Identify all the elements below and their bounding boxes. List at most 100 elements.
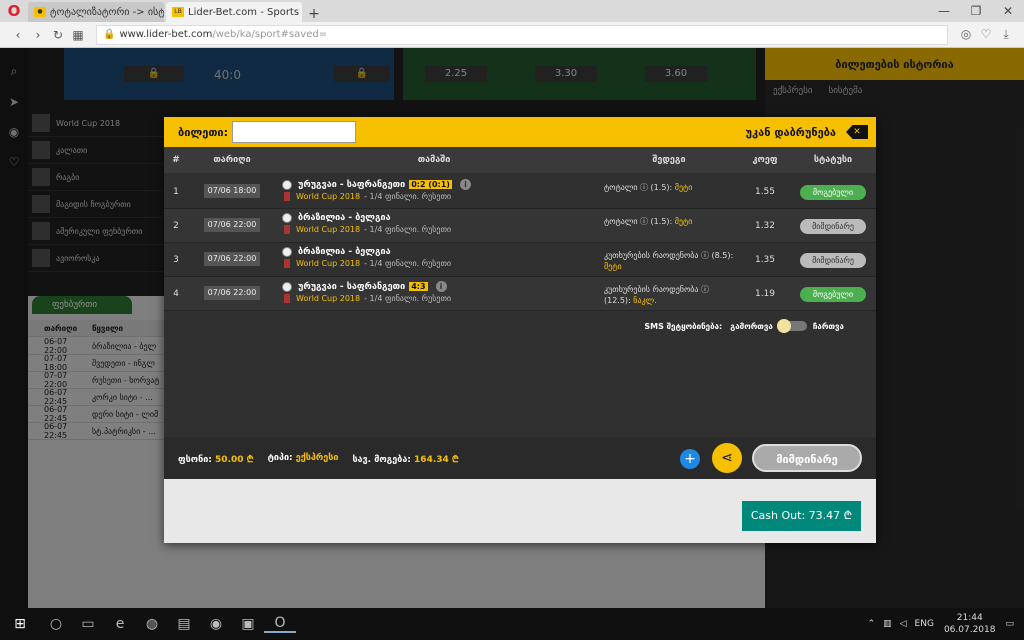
opera-menu-icon[interactable]: O xyxy=(0,0,28,22)
table-header: # თარიღი თამაში შედეგი კოეფ სტატუსი xyxy=(164,147,876,173)
row-match: ურუგვაი - საფრანგეთი 4:3 i World Cup 2018-… xyxy=(282,281,502,303)
clock-time: 21:44 xyxy=(956,613,983,623)
windows-start-icon[interactable]: ⊞ xyxy=(0,616,40,632)
row-date: 07/06 22:00 xyxy=(204,218,260,232)
status-badge: მიმდინარე xyxy=(800,219,866,234)
type-value: ექსპრესი xyxy=(295,453,339,463)
row-odds: 1.32 xyxy=(754,221,776,231)
row-date: 07/06 22:00 xyxy=(204,252,260,266)
tray-arrow-icon[interactable]: ⌃ xyxy=(868,619,876,629)
match-name-line: ბრაზილია - ბელგია xyxy=(282,247,502,257)
win-label: სავ. მოგება: xyxy=(352,454,411,465)
round-name: - 1/4 ფინალი. რუსეთი xyxy=(364,225,452,234)
close-icon[interactable]: ✕ xyxy=(846,125,868,139)
cash-out-button[interactable]: Cash Out: 73.47 ₾ xyxy=(742,501,861,531)
share-icon[interactable]: ⋖ xyxy=(712,443,742,473)
tab-title: ტოტალიზატორი -> ისტ xyxy=(50,6,164,18)
url-host: www.lider-bet.com xyxy=(119,29,213,40)
bet-row: 4 07/06 22:00 ურუგვაი - საფრანგეთი 4:3 i W… xyxy=(164,277,876,311)
browser-tab-history[interactable]: ● ტოტალიზატორი -> ისტ × xyxy=(28,2,164,22)
search-icon[interactable]: ○ xyxy=(40,616,72,632)
league-name: World Cup 2018 xyxy=(296,192,361,201)
bet-selection: ნაკლ. xyxy=(633,296,657,305)
chrome-icon[interactable]: ◉ xyxy=(200,616,232,632)
reload-icon[interactable]: ↻ xyxy=(48,28,68,42)
score-badge: 0:2 (0:1) xyxy=(409,180,452,189)
info-icon[interactable]: i xyxy=(459,179,471,190)
sms-toggle[interactable] xyxy=(776,319,807,333)
speed-dial-icon[interactable]: ▦ xyxy=(68,28,88,42)
excel-icon[interactable]: ▣ xyxy=(232,616,264,632)
status-badge: მოგებული xyxy=(800,287,866,302)
football-icon xyxy=(282,179,292,190)
row-number: 2 xyxy=(173,221,179,231)
row-odds: 1.35 xyxy=(754,255,776,265)
trophy-icon xyxy=(284,294,290,303)
type-label: ტიპი: xyxy=(267,453,293,463)
back-button[interactable]: უკან დაბრუნება xyxy=(746,126,836,139)
status-badge: მოგებული xyxy=(800,185,866,200)
match-title: ურუგვაი - საფრანგეთი xyxy=(298,281,406,292)
row-bet: ტოტალი ⓘ (1.5): მეტი xyxy=(604,182,734,193)
league-line: World Cup 2018- 1/4 ფინალი. რუსეთი xyxy=(282,225,502,234)
row-number: 1 xyxy=(173,187,179,197)
row-bet: კუთხურების რაოდენობა ⓘ (8.5): მეტი xyxy=(604,250,734,272)
row-number: 3 xyxy=(173,255,179,265)
col-status: სტატუსი xyxy=(813,155,853,165)
modal-header: ბილეთი: უკან დაბრუნება ✕ xyxy=(164,117,876,147)
add-button[interactable]: + xyxy=(680,449,700,469)
clock[interactable]: 21:44 06.07.2018 xyxy=(944,612,996,636)
folder-icon[interactable]: ▤ xyxy=(168,616,200,632)
download-icon[interactable]: ⤓ xyxy=(996,27,1016,42)
network-icon[interactable]: ▥ xyxy=(883,619,892,629)
col-odds: კოეფ xyxy=(752,155,778,165)
task-view-icon[interactable]: ▭ xyxy=(72,616,104,632)
minimize-icon[interactable]: — xyxy=(928,0,960,22)
overall-status-button[interactable]: მიმდინარე xyxy=(752,444,862,472)
row-odds: 1.55 xyxy=(754,187,776,197)
windows-taskbar: ⊞ ○ ▭ e ◍ ▤ ◉ ▣ O ⌃ ▥ ◁ ENG 21:44 06.07.… xyxy=(0,608,1024,640)
ticket-label: ბილეთი: xyxy=(178,125,229,139)
league-name: World Cup 2018 xyxy=(296,294,361,303)
bet-market: ტოტალი ⓘ (1.5): xyxy=(604,183,673,192)
camera-icon[interactable]: ◎ xyxy=(956,27,976,42)
col-date: თარიღი xyxy=(213,155,251,165)
row-bet: ტოტალი ⓘ (1.5): მეტი xyxy=(604,216,734,227)
info-icon[interactable]: i xyxy=(435,281,447,292)
sms-notification: SMS შეტყობინება: გამორთვა ჩართვა xyxy=(644,319,844,333)
forward-icon[interactable]: › xyxy=(28,28,48,42)
row-match: ბრაზილია - ბელგია World Cup 2018- 1/4 ფი… xyxy=(282,213,502,234)
notification-icon[interactable]: ▭ xyxy=(1005,619,1014,629)
heart-icon[interactable]: ♡ xyxy=(976,27,996,42)
bet-selection: მეტი xyxy=(674,183,693,192)
win-summary: სავ. მოგება: 164.34 ₾ xyxy=(352,452,458,465)
maximize-icon[interactable]: ❐ xyxy=(960,0,992,22)
tab-favicon-icon: ● xyxy=(34,7,46,17)
close-window-icon[interactable]: ✕ xyxy=(992,0,1024,22)
match-title: ურუგვაი - საფრანგეთი xyxy=(298,179,406,190)
league-line: World Cup 2018- 1/4 ფინალი. რუსეთი xyxy=(282,192,502,201)
modal-bottom: Cash Out: 73.47 ₾ xyxy=(164,479,876,543)
status-badge: მიმდინარე xyxy=(800,253,866,268)
bet-market: ტოტალი ⓘ (1.5): xyxy=(604,217,673,226)
opera-icon[interactable]: O xyxy=(264,615,296,633)
edge-icon[interactable]: e xyxy=(104,616,136,632)
league-line: World Cup 2018- 1/4 ფინალი. რუსეთი xyxy=(282,259,502,268)
back-icon[interactable]: ‹ xyxy=(8,28,28,42)
row-date: 07/06 22:00 xyxy=(204,286,260,300)
bet-selection: მეტი xyxy=(604,262,622,271)
url-input[interactable]: 🔒 www.lider-bet.com /web/ka/sport#saved= xyxy=(96,24,948,45)
stake-summary: ფსონი: 50.00 ₾ xyxy=(178,452,254,465)
volume-icon[interactable]: ◁ xyxy=(900,619,907,629)
ticket-number-field[interactable] xyxy=(232,121,357,143)
new-tab-button[interactable]: + xyxy=(304,6,324,22)
system-tray: ⌃ ▥ ◁ ENG 21:44 06.07.2018 ▭ xyxy=(868,612,1014,636)
browser-tab-liderbet[interactable]: LB Lider-Bet.com - Sports and × xyxy=(166,2,302,22)
football-icon xyxy=(282,281,292,292)
firefox-icon[interactable]: ◍ xyxy=(136,616,168,632)
tab-favicon-icon: LB xyxy=(172,7,184,17)
match-name-line: ურუგვაი - საფრანგეთი 0:2 (0:1) i xyxy=(282,179,502,190)
tab-title: Lider-Bet.com - Sports and xyxy=(188,6,302,18)
address-icons: ◎ ♡ ⤓ xyxy=(956,27,1016,42)
language-indicator[interactable]: ENG xyxy=(915,619,934,629)
